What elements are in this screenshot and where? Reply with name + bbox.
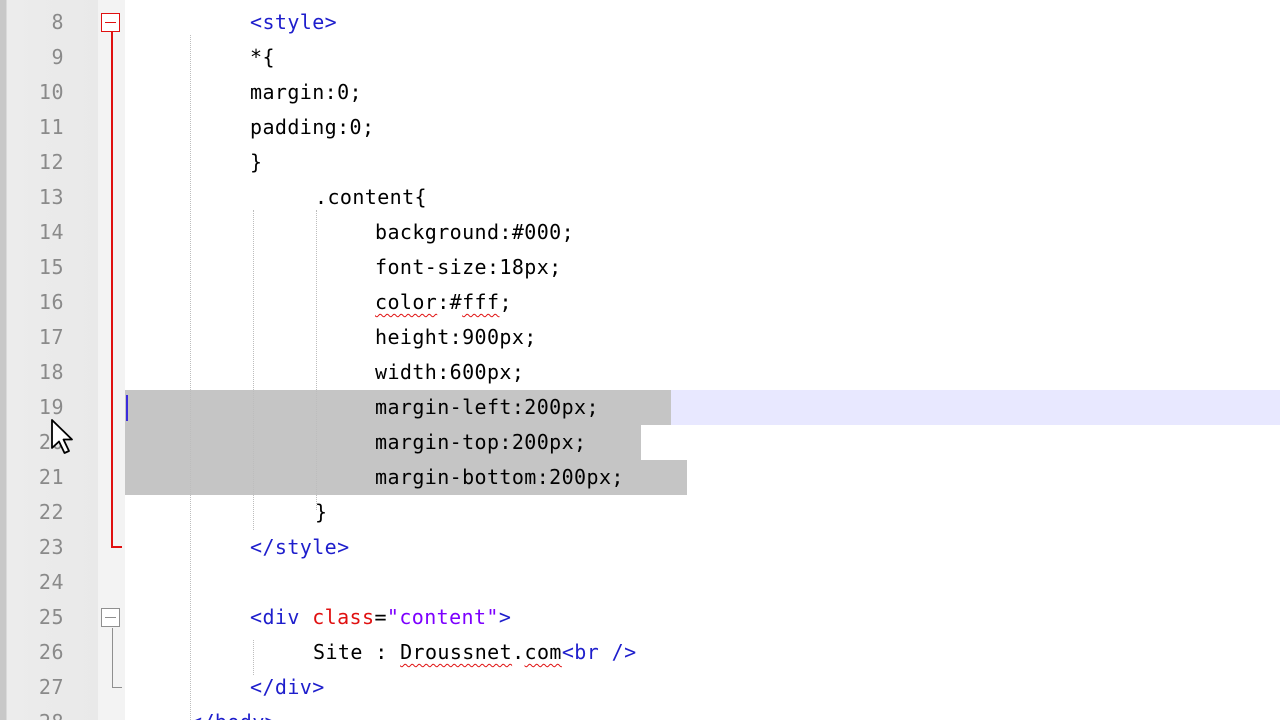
code-text[interactable]: <div class="content">	[250, 600, 511, 635]
line-number: 10	[38, 80, 64, 104]
code-text[interactable]: padding:0;	[250, 110, 374, 145]
code-text[interactable]: margin-bottom:200px;	[375, 460, 624, 495]
code-token: padding:0;	[250, 115, 375, 139]
code-text[interactable]: color:#fff;	[375, 285, 512, 320]
code-token: margin-top:200px;	[375, 430, 587, 454]
code-line[interactable]: 22}	[0, 495, 1280, 530]
line-number: 12	[38, 150, 64, 174]
line-number: 26	[38, 640, 64, 664]
code-line[interactable]: 25 <div class="content">	[0, 600, 1280, 635]
code-token: :#	[437, 290, 463, 314]
line-number: 23	[38, 535, 64, 559]
code-token: =	[374, 605, 387, 629]
code-token: </style>	[250, 535, 350, 559]
code-text[interactable]: .content{	[315, 180, 427, 215]
code-token: margin-left:200px;	[375, 395, 599, 419]
code-line[interactable]: 12}	[0, 145, 1280, 180]
code-token: color	[375, 290, 438, 314]
code-text[interactable]: margin-top:200px;	[375, 425, 587, 460]
code-token: <div	[250, 605, 313, 629]
line-number: 13	[38, 185, 64, 209]
line-number: 17	[38, 325, 64, 349]
code-token: </body>	[190, 710, 277, 720]
code-line[interactable]: 17 height:900px;	[0, 320, 1280, 355]
code-line[interactable]: 16 color:#fff;	[0, 285, 1280, 320]
code-token: >	[498, 605, 512, 629]
code-line[interactable]: 28 </body>	[0, 705, 1280, 720]
code-editor[interactable]: 8 <style> 9 *{ 10 margin:0; 11 padding:0; 12} 13.…	[0, 0, 1280, 720]
code-line[interactable]: 26 Site : Droussnet.com<br />	[0, 635, 1280, 670]
code-line[interactable]: 20margin-top:200px;	[0, 425, 1280, 460]
code-line[interactable]: 15 font-size:18px;	[0, 250, 1280, 285]
code-text[interactable]: width:600px;	[375, 355, 524, 390]
code-token: height:900px;	[375, 325, 537, 349]
code-token: fff	[462, 290, 500, 314]
mouse-pointer-icon	[51, 419, 73, 454]
code-token: background:#000;	[375, 220, 575, 244]
line-number: 9	[51, 45, 64, 69]
line-number: 11	[38, 115, 64, 139]
line-number: 25	[38, 605, 64, 629]
line-number: 16	[38, 290, 64, 314]
code-line[interactable]: 19 margin-left:200px;	[0, 390, 1280, 425]
code-text[interactable]: }	[315, 495, 327, 530]
code-text[interactable]: }	[250, 145, 262, 180]
code-line[interactable]: 21 margin-bottom:200px;	[0, 460, 1280, 495]
code-text[interactable]: font-size:18px;	[375, 250, 562, 285]
code-line[interactable]: 10 margin:0;	[0, 75, 1280, 110]
line-number: 22	[38, 500, 64, 524]
code-text[interactable]: *{	[250, 40, 275, 75]
code-token: .	[512, 640, 525, 664]
code-text[interactable]: </style>	[250, 530, 350, 565]
line-number: 28	[0, 705, 64, 720]
line-number: 27	[38, 675, 64, 699]
code-line[interactable]: 18 width:600px;	[0, 355, 1280, 390]
code-token: margin:0;	[250, 80, 362, 104]
code-line[interactable]: 14 background:#000;	[0, 215, 1280, 250]
code-token: Site :	[313, 640, 401, 664]
code-token: font-size:18px;	[375, 255, 562, 279]
line-number: 8	[51, 10, 64, 34]
code-text[interactable]: </div>	[250, 670, 325, 705]
code-token: *{	[250, 45, 275, 69]
code-token: <style>	[250, 10, 338, 34]
text-caret	[126, 395, 128, 421]
code-token: width:600px;	[375, 360, 525, 384]
code-token: Droussnet	[400, 640, 513, 664]
code-text[interactable]: margin:0;	[250, 75, 362, 110]
code-text[interactable]: <style>	[250, 5, 337, 40]
code-token: <br />	[561, 640, 637, 664]
code-token: </div>	[250, 675, 325, 699]
code-token: ;	[499, 290, 512, 314]
code-line[interactable]: 24	[0, 565, 1280, 600]
code-line[interactable]: 8 <style>	[0, 5, 1280, 40]
line-number: 15	[38, 255, 64, 279]
code-line[interactable]: 11 padding:0;	[0, 110, 1280, 145]
code-line[interactable]: 27 </div>	[0, 670, 1280, 705]
code-text[interactable]: height:900px;	[375, 320, 537, 355]
code-line[interactable]: 23 </style>	[0, 530, 1280, 565]
code-token: .content{	[315, 185, 427, 209]
code-text[interactable]: Site : Droussnet.com<br />	[313, 635, 637, 670]
code-line[interactable]: 13 .content{	[0, 180, 1280, 215]
code-line[interactable]: 9 *{	[0, 40, 1280, 75]
line-number: 18	[38, 360, 64, 384]
code-token: }	[315, 500, 328, 524]
code-token: class	[312, 605, 375, 629]
code-token: }	[250, 150, 263, 174]
code-token: "content"	[386, 605, 499, 629]
line-number: 24	[38, 570, 64, 594]
code-token: margin-bottom:200px;	[375, 465, 624, 489]
code-text[interactable]: </body>	[190, 705, 277, 720]
code-text[interactable]: margin-left:200px;	[375, 390, 599, 425]
code-token: com	[524, 640, 562, 664]
code-text[interactable]: background:#000;	[375, 215, 574, 250]
line-number: 21	[38, 465, 64, 489]
line-number: 14	[38, 220, 64, 244]
